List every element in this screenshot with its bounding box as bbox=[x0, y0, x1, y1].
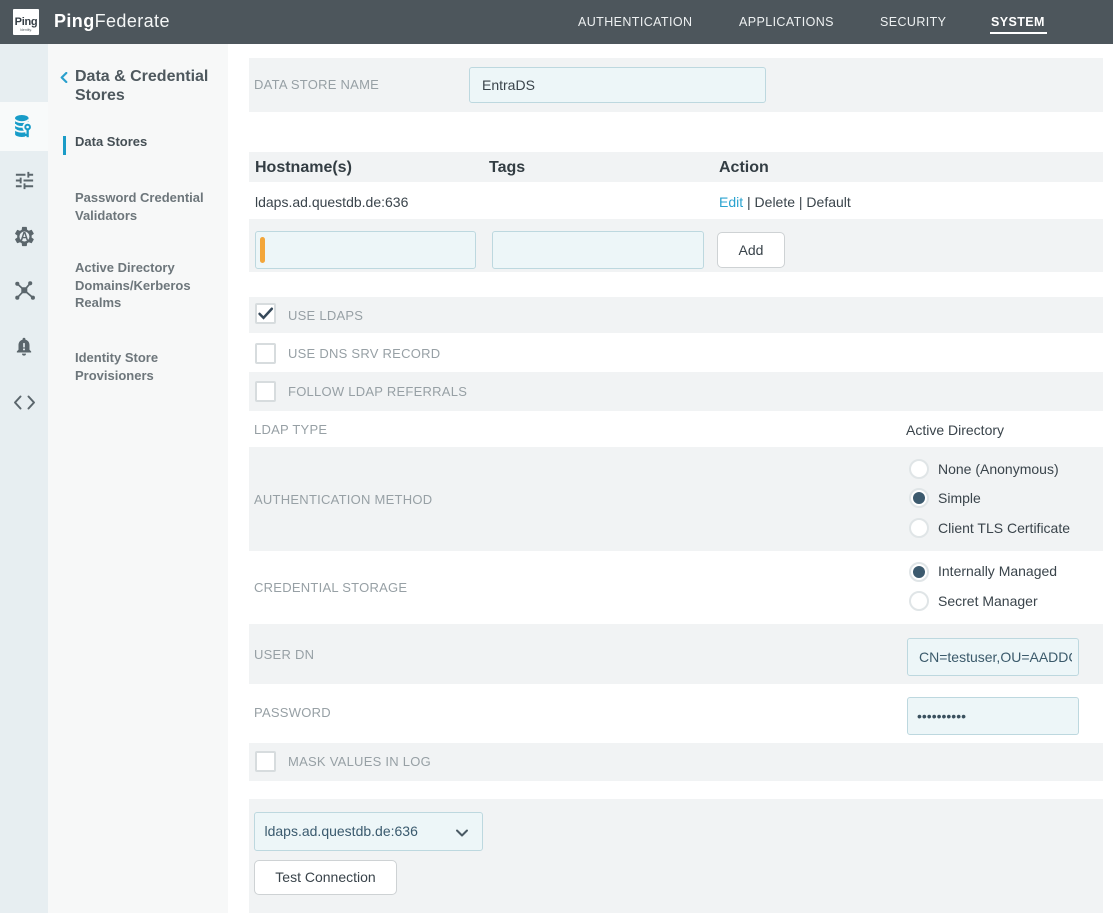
svg-text:A: A bbox=[20, 232, 28, 244]
